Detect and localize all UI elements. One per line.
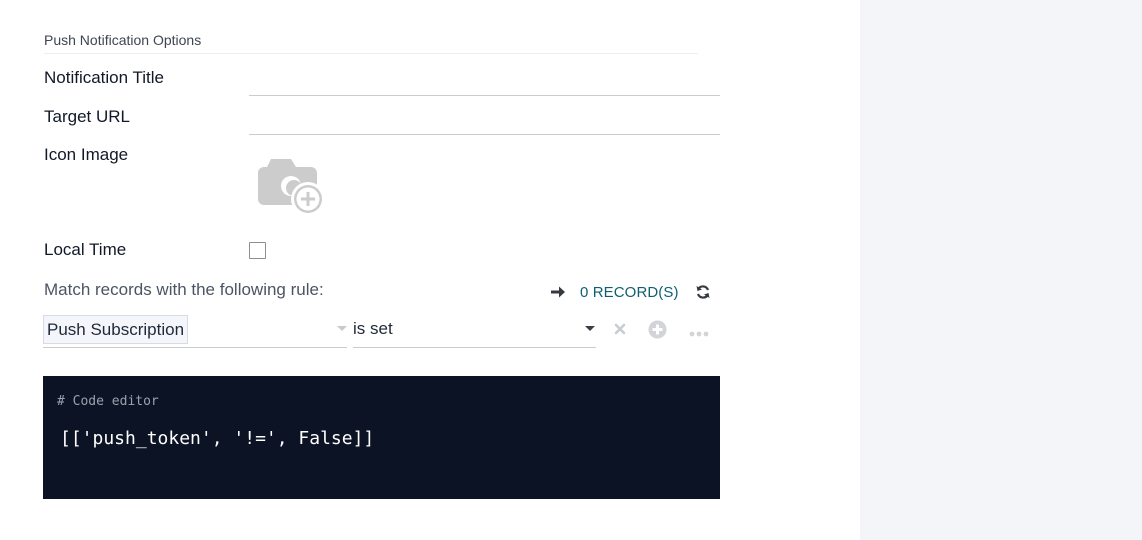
- section-title: Push Notification Options: [44, 32, 202, 48]
- target-url-input[interactable]: [249, 106, 720, 134]
- add-icon[interactable]: [648, 320, 667, 339]
- target-url-underline: [249, 134, 720, 135]
- delete-icon[interactable]: [613, 322, 627, 336]
- side-panel: [860, 0, 1142, 540]
- local-time-checkbox[interactable]: [249, 242, 266, 259]
- icon-image-label: Icon Image: [44, 145, 129, 164]
- camera-add-icon[interactable]: [258, 157, 330, 219]
- notification-title-label: Notification Title: [44, 68, 164, 87]
- chevron-down-icon: [585, 326, 595, 331]
- more-icon[interactable]: [689, 325, 709, 337]
- code-editor[interactable]: # Code editor [['push_token', '!=', Fals…: [43, 376, 720, 499]
- refresh-icon[interactable]: [695, 284, 711, 300]
- operator-select[interactable]: is set: [353, 314, 596, 348]
- record-count-link[interactable]: 0 RECORD(S): [580, 284, 679, 301]
- field-path-select[interactable]: Push Subscription: [43, 314, 347, 348]
- operator-value: is set: [353, 319, 393, 338]
- arrow-right-icon: [550, 284, 566, 300]
- field-path-value: Push Subscription: [43, 315, 189, 344]
- chevron-down-icon: [337, 326, 347, 331]
- code-editor-comment: # Code editor: [57, 394, 159, 409]
- notification-title-underline: [249, 95, 720, 96]
- local-time-label: Local Time: [44, 240, 127, 259]
- domain-rule-intro: Match records with the following rule:: [44, 280, 324, 299]
- target-url-label: Target URL: [44, 107, 130, 126]
- section-separator: [44, 53, 698, 54]
- form-sheet: Push Notification Options Notification T…: [0, 0, 860, 540]
- notification-title-input[interactable]: [249, 67, 720, 95]
- code-editor-content[interactable]: [['push_token', '!=', False]]: [60, 428, 374, 449]
